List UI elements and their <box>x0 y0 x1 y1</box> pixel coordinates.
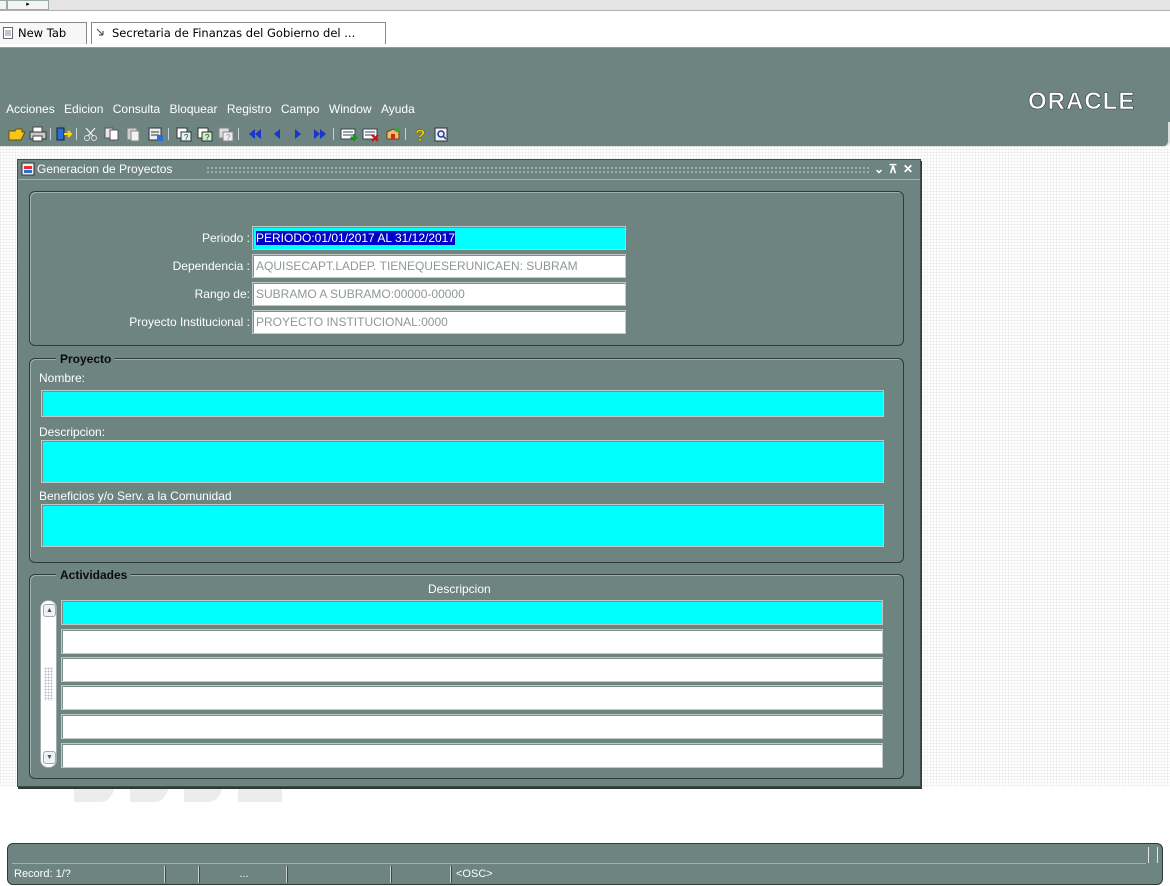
scroll-up-icon[interactable]: ▲ <box>43 604 56 617</box>
nombre-label: Nombre: <box>39 371 86 385</box>
first-record-icon[interactable] <box>246 125 264 143</box>
menubar: Acciones Edicion Consulta Bloquear Regis… <box>0 48 1170 122</box>
menu-list: Acciones Edicion Consulta Bloquear Regis… <box>6 101 421 117</box>
periodo-value: PERIODO:01/01/2017 AL 31/12/2017 <box>256 231 456 245</box>
find-icon[interactable] <box>433 125 451 143</box>
execute-query-icon[interactable]: ? <box>196 125 214 143</box>
exit-icon[interactable] <box>55 125 73 143</box>
page-icon <box>3 27 13 39</box>
toolbar-separator <box>50 128 51 140</box>
oracle-logo-text: ORACLE <box>1028 88 1135 114</box>
link-icon <box>96 28 104 36</box>
descripcion-label: Descripcion: <box>39 425 106 439</box>
menu-consulta[interactable]: Consulta <box>113 101 160 117</box>
cut-icon[interactable] <box>82 125 100 143</box>
proyecto-group-label: Proyecto <box>56 352 116 366</box>
tab-secretaria-finanzas[interactable]: Secretaria de Finanzas del Gobierno del … <box>91 22 386 44</box>
actividad-row-5[interactable] <box>61 714 883 739</box>
record-indicator: Record: 1/? <box>14 866 165 883</box>
toolbar-separator <box>333 128 334 140</box>
proyecto-institucional-label: Proyecto Institucional : <box>129 315 250 329</box>
browser-tabbar: New Tab Secretaria de Finanzas del Gobie… <box>0 11 1170 58</box>
nombre-field[interactable] <box>41 390 884 417</box>
help-icon[interactable]: ? <box>411 125 429 143</box>
scroll-thumb[interactable] <box>44 667 53 701</box>
scroll-down-icon[interactable]: ▼ <box>43 751 56 764</box>
toolbar-separator <box>168 128 169 140</box>
status-message-line <box>12 847 1146 864</box>
rango-field[interactable]: SUBRAMO A SUBRAMO:00000-00000 <box>252 282 626 306</box>
delete-record-icon[interactable] <box>362 125 380 143</box>
toolbar: ? ? ? ? <box>0 122 1170 147</box>
oracle-logo: ORACLE <box>1028 88 1135 114</box>
browser-top-strip: ▸ <box>0 0 1170 11</box>
open-icon[interactable] <box>8 125 26 143</box>
actividad-row-1[interactable] <box>61 600 883 625</box>
beneficios-label: Beneficios y/o Serv. a la Comunidad <box>39 489 232 503</box>
menu-window[interactable]: Window <box>329 101 372 117</box>
proyecto-institucional-field[interactable]: PROYECTO INSTITUCIONAL:0000 <box>252 310 626 334</box>
actividad-row-2[interactable] <box>61 629 883 654</box>
menu-campo[interactable]: Campo <box>281 101 320 117</box>
status-cell-2 <box>168 866 199 883</box>
enter-query-icon[interactable]: ? <box>175 125 193 143</box>
rango-label: Rango de: <box>194 287 250 301</box>
nav-forward-icon[interactable]: ▸ <box>7 0 49 10</box>
browser-nav-arrows: ▸ <box>0 0 50 10</box>
toolbar-separator <box>238 128 239 140</box>
tab-label: Secretaria de Finanzas del Gobierno del … <box>112 26 356 40</box>
status-message-end <box>1148 847 1158 863</box>
menu-registro[interactable]: Registro <box>227 101 272 117</box>
toolbar-separator <box>76 128 77 140</box>
menu-bloquear[interactable]: Bloquear <box>169 101 217 117</box>
menu-acciones[interactable]: Acciones <box>6 101 55 117</box>
status-cell-5 <box>394 866 451 883</box>
actividad-row-3[interactable] <box>61 657 883 682</box>
svg-text:?: ? <box>226 133 231 142</box>
form-window-generacion-proyectos: Generacion de Proyectos ⌄ ⊼ ✕ Periodo : … <box>17 159 921 787</box>
form-window-icon <box>21 162 35 176</box>
next-record-icon[interactable] <box>289 125 307 143</box>
paste-icon[interactable] <box>124 125 142 143</box>
close-icon[interactable]: ✕ <box>902 161 914 177</box>
descripcion-column-header: Descripcion <box>428 582 491 596</box>
dependencia-label: Dependencia : <box>172 259 250 273</box>
menu-edicion[interactable]: Edicion <box>64 101 103 117</box>
cancel-query-icon[interactable]: ? <box>217 125 235 143</box>
form-titlebar: Generacion de Proyectos ⌄ ⊼ ✕ <box>18 160 920 180</box>
statusbar: Record: 1/? ... <OSC> <box>7 843 1163 885</box>
periodo-label: Periodo : <box>201 231 250 245</box>
oracle-forms-app: Acciones Edicion Consulta Bloquear Regis… <box>0 48 1170 886</box>
form-window-title: Generacion de Proyectos <box>37 162 173 176</box>
minimize-icon[interactable]: ⌄ <box>873 161 885 177</box>
dependencia-field[interactable]: AQUISECAPT.LADEP. TIENEQUESERUNICAEN: SU… <box>252 254 626 278</box>
beneficios-field[interactable] <box>41 504 884 547</box>
clear-icon[interactable] <box>147 125 165 143</box>
actividades-scrollbar[interactable]: ▲ ▼ <box>40 600 57 768</box>
svg-text:?: ? <box>205 133 210 142</box>
status-cell-4 <box>290 866 391 883</box>
previous-record-icon[interactable] <box>268 125 286 143</box>
print-icon[interactable] <box>29 125 47 143</box>
titlebar-grip <box>206 166 871 173</box>
nav-back-icon[interactable] <box>0 0 7 10</box>
descripcion-field[interactable] <box>41 440 884 483</box>
tab-label: New Tab <box>18 26 67 40</box>
copy-icon[interactable] <box>103 125 121 143</box>
status-cell-list: ... <box>202 866 287 883</box>
maximize-icon[interactable]: ⊼ <box>887 161 899 177</box>
status-mode: <OSC> <box>456 868 493 880</box>
actividad-row-4[interactable] <box>61 685 883 710</box>
svg-text:?: ? <box>415 126 425 142</box>
svg-text:?: ? <box>184 133 189 142</box>
insert-record-icon[interactable] <box>340 125 358 143</box>
tab-new-tab[interactable]: New Tab <box>0 22 87 44</box>
menu-ayuda[interactable]: Ayuda <box>381 101 415 117</box>
toolbar-separator <box>405 128 406 140</box>
periodo-field[interactable]: PERIODO:01/01/2017 AL 31/12/2017 <box>252 226 626 250</box>
last-record-icon[interactable] <box>311 125 329 143</box>
save-icon[interactable] <box>384 125 402 143</box>
actividades-group-label: Actividades <box>56 568 132 582</box>
actividad-row-6[interactable] <box>61 743 883 768</box>
